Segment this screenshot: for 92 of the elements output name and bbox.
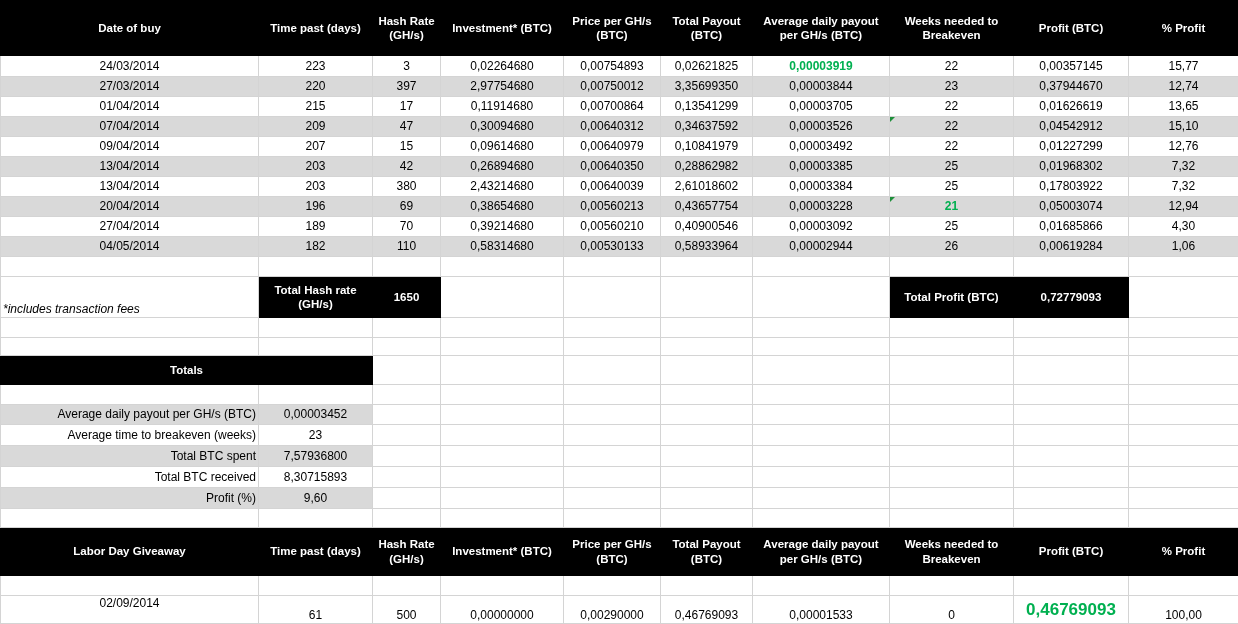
table-cell: 0,01227299	[1013, 136, 1129, 157]
table-cell: 0,13541299	[660, 96, 753, 117]
table-cell: 500	[372, 595, 441, 624]
table-cell: 22	[889, 55, 1014, 77]
table-cell: 0,01685866	[1013, 216, 1129, 237]
table-cell: 2,61018602	[660, 176, 753, 197]
table-cell: 13/04/2014	[0, 156, 259, 177]
section-title: Totals	[0, 355, 373, 385]
table-cell: 189	[258, 216, 373, 237]
column-header: Time past (days)	[258, 0, 373, 56]
column-header: Hash Rate (GH/s)	[372, 0, 441, 56]
table-cell: 0,00001533	[752, 595, 890, 624]
column-header: Average daily payout per GH/s (BTC)	[752, 527, 890, 576]
table-cell: 203	[258, 176, 373, 197]
table-cell: 3	[372, 55, 441, 77]
table-cell: 70	[372, 216, 441, 237]
table-cell: 0,00640979	[563, 136, 661, 157]
column-header: % Profit	[1128, 0, 1238, 56]
summary-value: 0,72779093	[1013, 276, 1129, 318]
table-cell: 0,39214680	[440, 216, 564, 237]
table-cell: 0,00003492	[752, 136, 890, 157]
table-cell: 17	[372, 96, 441, 117]
table-cell: 215	[258, 96, 373, 117]
summary-label: Total Hash rate (GH/s)	[258, 276, 373, 318]
table-cell: Profit (%)	[0, 487, 259, 509]
table-cell: 0,00003705	[752, 96, 890, 117]
table-cell: 0,01626619	[1013, 96, 1129, 117]
table-cell: 0,00560210	[563, 216, 661, 237]
table-cell: 207	[258, 136, 373, 157]
table-cell: 0,40900546	[660, 216, 753, 237]
table-cell: 0,00700864	[563, 96, 661, 117]
table-cell: 20/04/2014	[0, 196, 259, 217]
table-cell: 0,17803922	[1013, 176, 1129, 197]
table-cell: 0,02621825	[660, 55, 753, 77]
table-cell: 0,02264680	[440, 55, 564, 77]
table-cell: 0,10841979	[660, 136, 753, 157]
table-cell: 25	[889, 176, 1014, 197]
table-cell: 223	[258, 55, 373, 77]
table-cell: 27/04/2014	[0, 216, 259, 237]
table-cell: 02/09/2014	[0, 595, 259, 624]
table-cell: 0	[889, 595, 1014, 624]
column-header: Price per GH/s (BTC)	[563, 527, 661, 576]
table-cell: 15	[372, 136, 441, 157]
column-header: Price per GH/s (BTC)	[563, 0, 661, 56]
table-cell: 09/04/2014	[0, 136, 259, 157]
table-cell: 61	[258, 595, 373, 624]
column-header: Total Payout (BTC)	[660, 527, 753, 576]
table-cell: 8,30715893	[258, 466, 373, 488]
table-cell: 0,00357145	[1013, 55, 1129, 77]
table-cell: 0,09614680	[440, 136, 564, 157]
column-header: % Profit	[1128, 527, 1238, 576]
summary-value: 1650	[372, 276, 441, 318]
table-cell: 0,00003384	[752, 176, 890, 197]
column-header: Average daily payout per GH/s (BTC)	[752, 0, 890, 56]
table-cell: 07/04/2014	[0, 116, 259, 137]
table-cell: 23	[258, 424, 373, 446]
table-cell: 380	[372, 176, 441, 197]
table-cell: 2,43214680	[440, 176, 564, 197]
table-cell: 0,00290000	[563, 595, 661, 624]
footnote-text: *includes transaction fees	[0, 276, 259, 318]
table-cell: 0,46769093	[1013, 595, 1129, 624]
column-header: Time past (days)	[258, 527, 373, 576]
table-cell: 0,00000000	[440, 595, 564, 624]
table-cell: Total BTC received	[0, 466, 259, 488]
table-cell: Total BTC spent	[0, 445, 259, 467]
column-header: Investment* (BTC)	[440, 527, 564, 576]
column-header: Hash Rate (GH/s)	[372, 527, 441, 576]
table-cell: 13/04/2014	[0, 176, 259, 197]
table-cell: 0,46769093	[660, 595, 753, 624]
column-header: Total Payout (BTC)	[660, 0, 753, 56]
table-cell: 24/03/2014	[0, 55, 259, 77]
column-header: Weeks needed to Breakeven	[889, 527, 1014, 576]
table-cell: 22	[889, 136, 1014, 157]
table-cell: 0,00003919	[752, 55, 890, 77]
table-cell: Average daily payout per GH/s (BTC)	[0, 404, 259, 425]
column-header: Investment* (BTC)	[440, 0, 564, 56]
column-header: Profit (BTC)	[1013, 0, 1129, 56]
table-cell: 0,11914680	[440, 96, 564, 117]
column-header: Labor Day Giveaway	[0, 527, 259, 576]
table-cell: 25	[889, 216, 1014, 237]
table-cell: 22	[889, 96, 1014, 117]
table-cell: 0,00640039	[563, 176, 661, 197]
table-cell: Average time to breakeven (weeks)	[0, 424, 259, 446]
table-cell: 04/05/2014	[0, 236, 259, 257]
table-cell: 0,00003092	[752, 216, 890, 237]
summary-label: Total Profit (BTC)	[889, 276, 1014, 318]
table-cell: 27/03/2014	[0, 76, 259, 97]
table-cell: 01/04/2014	[0, 96, 259, 117]
column-header: Profit (BTC)	[1013, 527, 1129, 576]
column-header: Date of buy	[0, 0, 259, 56]
column-header: Weeks needed to Breakeven	[889, 0, 1014, 56]
table-cell: 0,00754893	[563, 55, 661, 77]
